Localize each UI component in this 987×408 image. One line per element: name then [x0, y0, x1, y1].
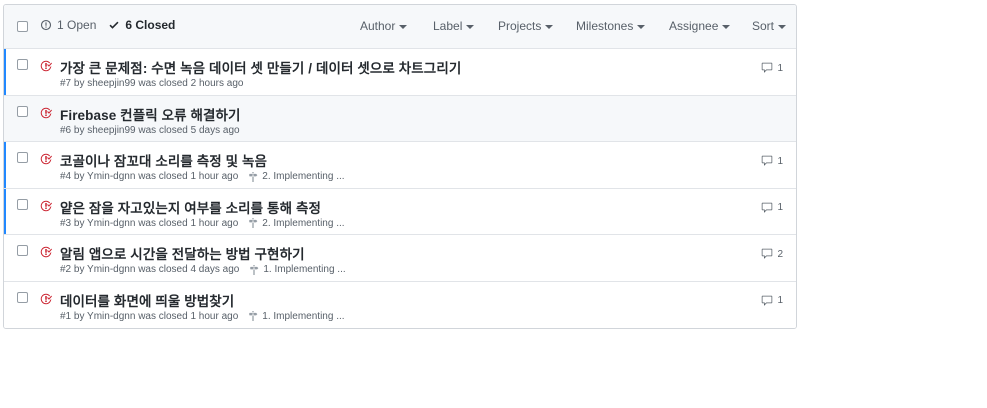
issue-row[interactable]: 얕은 잠을 자고있는지 여부를 소리를 통해 측정 #3 by Ymin-dgn… [4, 188, 796, 235]
sort-label: Sort [752, 19, 775, 33]
milestone-label: 2. Implementing ... [262, 171, 345, 182]
select-all-checkbox[interactable] [17, 21, 28, 32]
check-icon [109, 21, 119, 29]
issue-title-link[interactable]: 가장 큰 문제점: 수면 녹음 데이터 셋 만들기 / 데이터 셋으로 차트그리… [60, 57, 461, 77]
milestone-link[interactable]: 2. Implementing ... [248, 217, 345, 229]
label-filter-label: Label [433, 19, 463, 33]
issue-closed-icon [40, 153, 52, 165]
caret-down-icon [399, 24, 408, 29]
issue-meta-text: #4 by Ymin-dgnn was closed 1 hour ago [60, 171, 239, 182]
milestone-icon [249, 171, 258, 182]
issue-rows: 가장 큰 문제점: 수면 녹음 데이터 셋 만들기 / 데이터 셋으로 차트그리… [4, 49, 796, 328]
issue-open-icon [40, 19, 52, 31]
issue-select-checkbox[interactable] [17, 59, 28, 70]
closed-count-label: 6 Closed [125, 18, 176, 32]
open-count-label: 1 Open [57, 18, 97, 32]
milestone-link[interactable]: 1. Implementing ... [249, 264, 346, 275]
milestone-link[interactable]: 1. Implementing ... [248, 310, 345, 322]
issue-title-link[interactable]: Firebase 컨플릭 오류 해결하기 [60, 104, 241, 124]
issue-meta-text: #3 by Ymin-dgnn was closed 1 hour ago [60, 217, 239, 229]
caret-down-icon [778, 24, 787, 29]
comment-count-link[interactable]: 1 [761, 295, 783, 307]
closed-issues-link[interactable]: 6 Closed [108, 18, 175, 32]
comment-icon [762, 62, 773, 73]
issue-meta-text: #7 by sheepjin99 was closed 2 hours ago [60, 78, 244, 89]
issue-meta: #2 by Ymin-dgnn was closed 4 days ago 1.… [60, 264, 346, 275]
caret-down-icon [722, 24, 731, 29]
open-issues-link[interactable]: 1 Open [40, 18, 96, 32]
issue-closed-icon [40, 60, 52, 72]
milestones-filter-dropdown[interactable]: Milestones [576, 19, 646, 33]
comment-count-label: 1 [777, 295, 783, 306]
comment-count-label: 1 [777, 202, 783, 213]
issue-select-checkbox[interactable] [17, 245, 28, 256]
issue-select-checkbox[interactable] [17, 105, 28, 117]
comment-icon [762, 295, 773, 306]
issue-title-link[interactable]: 알림 앱으로 시간을 전달하는 방법 구현하기 [60, 243, 305, 263]
comment-count-link[interactable]: 1 [761, 202, 783, 214]
comment-count-label: 1 [777, 155, 783, 167]
state-toggle: 1 Open 6 Closed [40, 18, 175, 32]
author-filter-label: Author [360, 19, 396, 33]
label-filter-dropdown[interactable]: Label [433, 19, 475, 33]
issue-meta: #1 by Ymin-dgnn was closed 1 hour ago 1.… [60, 311, 345, 322]
issues-list-header: 1 Open 6 Closed Author Label Projects Mi… [4, 5, 796, 49]
comment-count-link[interactable]: 2 [761, 248, 783, 260]
milestone-link[interactable]: 2. Implementing ... [248, 171, 345, 182]
issue-select-checkbox[interactable] [17, 152, 28, 163]
milestone-icon [249, 218, 258, 228]
caret-down-icon [545, 24, 554, 29]
sort-dropdown[interactable]: Sort [752, 19, 787, 33]
issues-list-box: 1 Open 6 Closed Author Label Projects Mi… [3, 4, 797, 329]
comment-icon [762, 155, 773, 166]
projects-filter-label: Projects [498, 19, 542, 33]
author-filter-dropdown[interactable]: Author [360, 19, 408, 33]
milestone-label: 1. Implementing ... [262, 310, 345, 322]
issue-select-checkbox[interactable] [17, 198, 28, 210]
comment-count-label: 1 [777, 62, 783, 74]
comment-icon [762, 202, 773, 213]
assignee-filter-dropdown[interactable]: Assignee [669, 19, 731, 33]
issue-closed-icon [40, 293, 52, 304]
issue-closed-icon [40, 107, 52, 118]
milestone-icon [250, 264, 259, 275]
caret-down-icon [637, 24, 646, 29]
comment-count-link[interactable]: 1 [761, 155, 783, 167]
issue-meta: #6 by sheepjin99 was closed 5 days ago [60, 125, 240, 136]
issue-meta: #7 by sheepjin99 was closed 2 hours ago [60, 78, 243, 89]
issue-meta-text: #2 by Ymin-dgnn was closed 4 days ago [60, 264, 240, 275]
assignee-filter-label: Assignee [669, 19, 719, 33]
issue-title-link[interactable]: 얕은 잠을 자고있는지 여부를 소리를 통해 측정 [60, 197, 321, 217]
issue-row[interactable]: 알림 앱으로 시간을 전달하는 방법 구현하기 #2 by Ymin-dgnn … [4, 235, 796, 282]
issue-title-link[interactable]: 데이터를 화면에 띄울 방법찾기 [60, 290, 234, 310]
comment-icon [762, 248, 773, 259]
projects-filter-dropdown[interactable]: Projects [498, 19, 554, 33]
issue-meta: #3 by Ymin-dgnn was closed 1 hour ago 2.… [60, 218, 345, 229]
issue-row[interactable]: 가장 큰 문제점: 수면 녹음 데이터 셋 만들기 / 데이터 셋으로 차트그리… [4, 49, 796, 96]
issue-closed-icon [40, 200, 52, 211]
comment-count-link[interactable]: 1 [761, 62, 783, 74]
milestones-filter-label: Milestones [576, 19, 634, 33]
issue-row[interactable]: Firebase 컨플릭 오류 해결하기 #6 by sheepjin99 wa… [4, 95, 796, 142]
issue-meta-text: #6 by sheepjin99 was closed 5 days ago [60, 124, 240, 136]
issue-select-checkbox[interactable] [17, 291, 28, 303]
milestone-label: 1. Implementing ... [263, 264, 346, 275]
milestone-label: 2. Implementing ... [262, 217, 345, 229]
issue-row[interactable]: 데이터를 화면에 띄울 방법찾기 #1 by Ymin-dgnn was clo… [4, 281, 796, 328]
issue-row[interactable]: 코골이나 잠꼬대 소리를 측정 및 녹음 #4 by Ymin-dgnn was… [4, 142, 796, 189]
issue-closed-icon [40, 246, 52, 258]
caret-down-icon [466, 24, 475, 29]
comment-count-label: 2 [777, 248, 783, 260]
issue-title-link[interactable]: 코골이나 잠꼬대 소리를 측정 및 녹음 [60, 150, 267, 170]
issue-meta: #4 by Ymin-dgnn was closed 1 hour ago 2.… [60, 171, 345, 182]
milestone-icon [249, 311, 258, 321]
issue-meta-text: #1 by Ymin-dgnn was closed 1 hour ago [60, 310, 239, 322]
